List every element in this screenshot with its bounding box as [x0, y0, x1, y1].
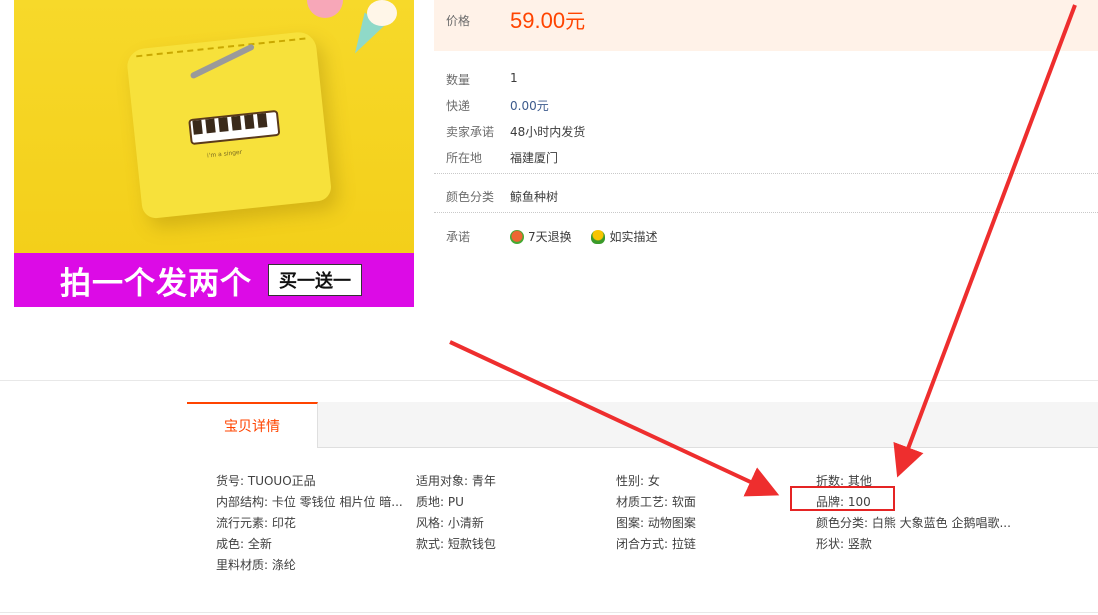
promo-banner[interactable]: 拍一个发两个 买一送一: [14, 253, 414, 307]
commit-return-7day[interactable]: 7天退换: [510, 228, 572, 245]
arrow-to-brand-from-top: [893, 4, 1077, 478]
attr-item: 质地: PU: [416, 495, 464, 509]
shipping-label: 快递: [446, 99, 471, 113]
price-amount: 59.00: [510, 8, 566, 33]
attr-item: 里料材质: 涤纶: [216, 558, 296, 572]
location-row: 所在地 福建厦门: [446, 149, 558, 166]
seven-day-return-icon: [510, 229, 524, 244]
quantity-row: 数量 1: [446, 71, 518, 88]
shipping-value: 0.00元: [510, 99, 549, 113]
commit-return-label: 7天退换: [528, 230, 572, 244]
commitment-label: 承诺: [446, 230, 471, 244]
seller-promise-row: 卖家承诺 48小时内发货: [446, 123, 585, 140]
price-unit: 元: [565, 11, 586, 33]
seller-promise-label: 卖家承诺: [446, 125, 495, 139]
attr-item: 适用对象: 青年: [416, 474, 496, 488]
attr-item: 款式: 短款钱包: [416, 537, 496, 551]
detail-tab-bar: 宝贝详情: [187, 402, 1098, 448]
shipping-row: 快递 0.00元: [446, 97, 549, 114]
divider: [434, 212, 1098, 213]
divider: [434, 173, 1098, 174]
attr-item: 内部结构: 卡位 零钱位 相片位 暗...: [216, 495, 403, 509]
commit-described-label: 如实描述: [609, 230, 658, 244]
promo-main-text: 拍一个发两个: [60, 265, 252, 302]
seller-promise-value: 48小时内发货: [510, 125, 586, 139]
price-panel: 价格 59.00元: [434, 0, 1098, 51]
commitment-row: 承诺 7天退换 如实描述: [446, 228, 673, 247]
color-label: 颜色分类: [446, 190, 495, 204]
attr-item: 颜色分类: 白熊 大象蓝色 企鹅唱歌...: [816, 516, 1011, 530]
color-row: 颜色分类 鲸鱼种树: [446, 188, 558, 205]
attr-item: 闭合方式: 拉链: [616, 537, 696, 551]
tab-details[interactable]: 宝贝详情: [187, 402, 318, 448]
location-label: 所在地: [446, 151, 483, 165]
location-value: 福建厦门: [510, 151, 559, 165]
price-value: 59.00元: [510, 5, 585, 34]
wallet-print-text: i'm a singer: [206, 148, 243, 160]
commitment-items: 7天退换 如实描述: [510, 228, 673, 247]
bottom-separator: [0, 612, 1098, 613]
price-label: 价格: [446, 14, 471, 28]
attr-item: 货号: TUOUO正品: [216, 474, 316, 488]
icecream-scoop: [367, 0, 397, 26]
product-page: i'm a singer 拍一个发两个 买一送一 价格 59.00元 数量 1 …: [0, 0, 1098, 615]
wallet-product: i'm a singer: [125, 30, 333, 220]
color-value[interactable]: 鲸鱼种树: [510, 188, 558, 205]
promo-tag: 买一送一: [268, 264, 362, 296]
commit-as-described[interactable]: 如实描述: [591, 228, 657, 245]
attr-item: 材质工艺: 软面: [616, 495, 696, 509]
attr-item: 成色: 全新: [216, 537, 272, 551]
quantity-label: 数量: [446, 73, 471, 87]
quantity-value: 1: [510, 71, 518, 85]
attr-item: 流行元素: 印花: [216, 516, 296, 530]
wallet-piano-keys: [188, 109, 281, 146]
decor-icecream: [344, 0, 399, 60]
product-image[interactable]: i'm a singer: [14, 0, 414, 253]
attr-item: 性别: 女: [616, 474, 660, 488]
attr-item: 风格: 小清新: [416, 516, 484, 530]
brand-highlight-box: [790, 486, 895, 511]
as-described-icon: [591, 229, 606, 244]
attr-item: 形状: 竖款: [816, 537, 872, 551]
attr-item: 图案: 动物图案: [616, 516, 696, 530]
section-separator: [0, 380, 1098, 381]
